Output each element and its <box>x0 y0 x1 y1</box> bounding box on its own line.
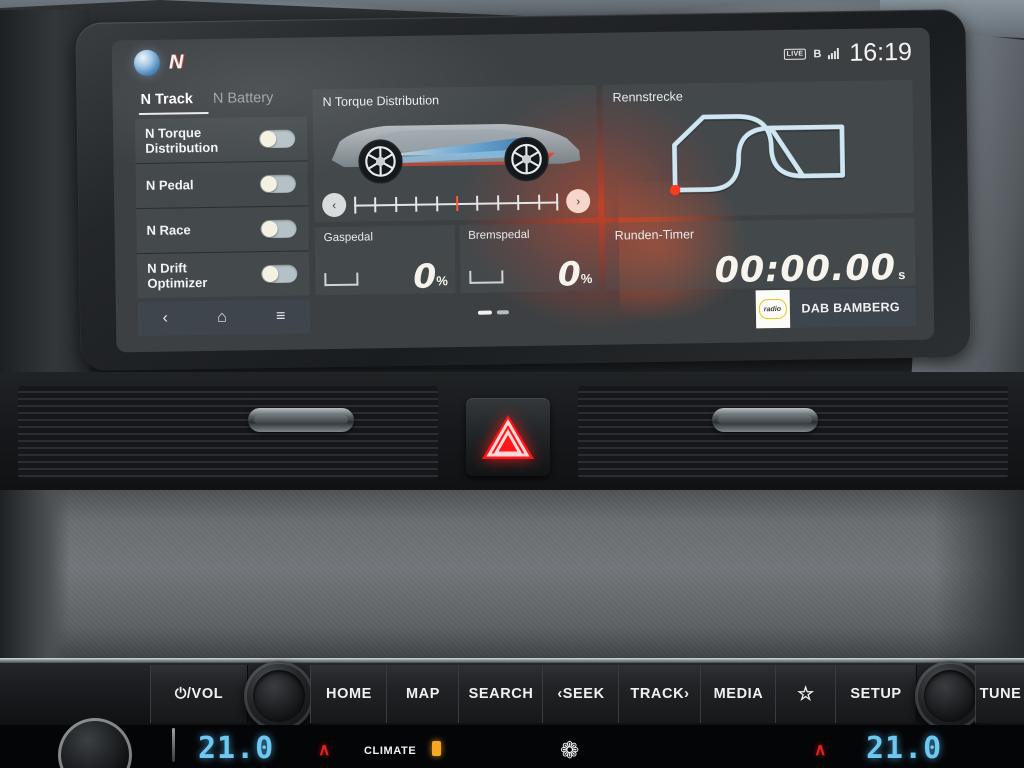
volume-knob[interactable] <box>244 661 314 731</box>
torque-tick-scale[interactable] <box>354 193 559 214</box>
signal-strength-icon <box>828 48 840 60</box>
settings-list: N Torque Distribution N Pedal N Race N D… <box>134 116 310 299</box>
n-mode-logo: N <box>133 49 183 77</box>
pedal-gauge-bracket <box>324 272 359 287</box>
driver-temp-up-arrow[interactable]: ∧ <box>318 740 330 760</box>
toggle-torque-distribution[interactable] <box>259 129 296 149</box>
race-track-card[interactable]: Rennstrecke <box>602 79 915 218</box>
pedal-gauge-bracket <box>468 270 503 284</box>
button-media[interactable]: MEDIA <box>700 665 777 723</box>
button-map[interactable]: MAP <box>386 665 460 723</box>
system-bar: ‹ ⌂ ≡ radio DAB BAMBERG <box>137 287 917 337</box>
setting-row-torque-distribution[interactable]: N Torque Distribution <box>134 116 308 165</box>
hyundai-orb-icon <box>133 49 161 77</box>
setting-row-n-pedal[interactable]: N Pedal <box>135 161 309 210</box>
climate-divider <box>172 728 175 762</box>
tab-n-track[interactable]: N Track <box>140 91 193 108</box>
infotainment-bezel: N LIVE B 16:19 N Track N Battery N Torqu… <box>75 9 971 371</box>
setting-label: N Race <box>146 222 191 239</box>
climate-label[interactable]: CLIMATE <box>364 745 416 757</box>
torque-current-marker <box>456 196 459 212</box>
lap-timer-value: 00:00.00 <box>714 248 897 291</box>
toggle-drift-optimizer[interactable] <box>261 264 298 284</box>
climate-status-indicator <box>432 741 441 756</box>
track-start-marker <box>669 184 681 196</box>
setting-label: N Torque Distribution <box>144 124 219 156</box>
car-illustration <box>313 105 598 194</box>
tab-n-battery[interactable]: N Battery <box>213 90 274 107</box>
hardware-button-row: ⏻/VOL HOME MAP SEARCH ‹SEEK TRACK› MEDIA… <box>0 661 1024 731</box>
lap-timer-card[interactable]: Runden-Timer 00:00.00 s <box>604 217 916 291</box>
main-content: N Track N Battery N Torque Distribution … <box>134 79 916 299</box>
lap-timer-unit: s <box>898 267 906 283</box>
driver-temperature[interactable]: 21.0 <box>198 731 274 766</box>
fan-icon[interactable]: ❁ <box>560 737 579 764</box>
pedal-title: Gaspedal <box>323 231 374 245</box>
pedal-unit: % <box>436 273 449 289</box>
button-track[interactable]: TRACK› <box>618 665 702 723</box>
settings-column: N Track N Battery N Torque Distribution … <box>134 89 310 299</box>
nav-pill: ‹ ⌂ ≡ <box>137 299 311 337</box>
n-logo-text: N <box>168 50 183 74</box>
setting-label: N Drift Optimizer <box>147 260 208 291</box>
button-power-volume[interactable]: ⏻/VOL <box>150 665 248 723</box>
menu-icon[interactable]: ≡ <box>276 308 286 325</box>
status-icons: LIVE B 16:19 <box>783 38 912 69</box>
hazard-warning-button[interactable] <box>466 398 550 476</box>
vent-grille-left <box>18 386 438 478</box>
home-icon[interactable]: ⌂ <box>217 309 227 326</box>
toggle-n-race[interactable] <box>260 219 297 239</box>
radio-logo-text: radio <box>763 305 782 313</box>
radio-bamberg-logo-icon: radio <box>755 289 790 329</box>
track-map-graphic <box>669 114 846 196</box>
radio-station-label: DAB BAMBERG <box>801 300 900 316</box>
setting-row-n-race[interactable]: N Race <box>136 206 309 255</box>
torque-distribution-card[interactable]: N Torque Distribution ‹ › <box>312 84 599 223</box>
timer-card-title: Runden-Timer <box>614 227 695 243</box>
vent-direction-slider-right[interactable] <box>712 408 818 432</box>
pedal-value: 0 <box>412 256 436 296</box>
torque-prev-button[interactable]: ‹ <box>322 192 347 218</box>
back-icon[interactable]: ‹ <box>162 310 168 327</box>
vent-grille-right <box>578 386 1008 478</box>
pedal-title: Bremspedal <box>468 228 530 242</box>
torque-column: N Torque Distribution ‹ › Gaspedal 0 % B… <box>312 84 600 296</box>
bluetooth-icon: B <box>813 47 822 60</box>
dashboard-trim-panel <box>0 490 1024 665</box>
track-column: Rennstrecke Runden-Timer 00:00.00 s <box>602 79 916 291</box>
pedal-unit: % <box>580 270 593 287</box>
button-search[interactable]: SEARCH <box>458 665 544 723</box>
climate-control-bar: 21.0 ∧ CLIMATE ❁ ∧ 21.0 <box>0 725 1024 768</box>
button-tune[interactable]: TUNE <box>975 665 1024 723</box>
radio-now-playing[interactable]: radio DAB BAMBERG <box>755 287 917 329</box>
setting-row-drift-optimizer[interactable]: N Drift Optimizer <box>136 251 310 299</box>
torque-slider[interactable]: ‹ › <box>314 189 598 222</box>
torque-next-button[interactable]: › <box>565 189 591 214</box>
vent-direction-slider-left[interactable] <box>248 408 354 432</box>
button-home[interactable]: HOME <box>310 665 388 723</box>
active-tab-underline <box>138 111 209 116</box>
tab-bar: N Track N Battery <box>134 89 306 113</box>
setting-label: N Pedal <box>145 177 194 194</box>
clock: 16:19 <box>849 37 913 67</box>
button-setup[interactable]: SETUP <box>835 665 917 723</box>
infotainment-screen[interactable]: N LIVE B 16:19 N Track N Battery N Torqu… <box>111 27 935 353</box>
accelerator-pedal-card: Gaspedal 0 % <box>314 225 456 296</box>
pedal-value: 0 <box>557 253 581 294</box>
passenger-temperature[interactable]: 21.0 <box>866 731 942 766</box>
pedal-row: Gaspedal 0 % Bremspedal 0 % <box>314 222 600 296</box>
live-badge: LIVE <box>783 48 807 60</box>
toggle-n-pedal[interactable] <box>259 174 297 194</box>
button-favorite-star[interactable]: ☆ <box>775 665 837 723</box>
brake-pedal-card: Bremspedal 0 % <box>459 222 600 294</box>
button-seek[interactable]: ‹SEEK <box>542 665 620 723</box>
hazard-triangle-icon <box>481 413 535 461</box>
dashboard-photo: N LIVE B 16:19 N Track N Battery N Torqu… <box>0 0 1024 768</box>
passenger-temp-up-arrow[interactable]: ∧ <box>814 740 826 760</box>
page-indicator[interactable] <box>477 310 509 315</box>
